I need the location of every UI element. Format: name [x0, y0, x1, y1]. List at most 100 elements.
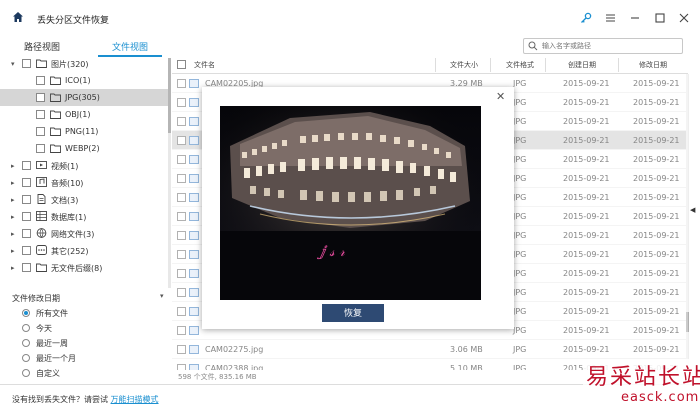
- search-icon: [528, 41, 538, 51]
- folder-icon: [50, 143, 61, 153]
- tree-item-label: 网络文件(3): [51, 230, 95, 239]
- radio-button[interactable]: [22, 369, 30, 377]
- tree-item[interactable]: ▸ 视频(1): [0, 157, 170, 174]
- tree-item-label: JPG(305): [65, 93, 100, 102]
- tree-item[interactable]: ▸ 其它(252): [0, 242, 170, 259]
- tree-checkbox[interactable]: [36, 110, 45, 119]
- tree-item-label: PNG(11): [65, 127, 99, 136]
- bottom-prompt: 没有找到丢失文件？请尝试: [12, 395, 108, 404]
- tab-path-view[interactable]: 路径视图: [24, 40, 60, 53]
- tree-item[interactable]: ▸ 无文件后缀(8): [0, 259, 170, 276]
- tree-item-label: WEBP(2): [65, 144, 100, 153]
- tree-item-label: 其它(252): [51, 247, 89, 256]
- chevron-right-icon[interactable]: ▸: [11, 196, 19, 204]
- restore-button[interactable]: 恢复: [322, 304, 384, 322]
- search-input[interactable]: [542, 40, 680, 52]
- tree-checkbox[interactable]: [22, 161, 31, 170]
- folder-icon: [50, 92, 61, 102]
- tab-file-view[interactable]: 文件视图: [112, 40, 148, 53]
- column-modified[interactable]: 修改日期: [639, 60, 667, 70]
- watermark-cn: 易采站长站: [586, 365, 700, 390]
- tree-checkbox[interactable]: [22, 195, 31, 204]
- music-icon: [36, 177, 47, 187]
- tree-checkbox[interactable]: [36, 93, 45, 102]
- tree-item[interactable]: ▾ 图片(320): [0, 55, 170, 72]
- list-header: 文件名 文件大小 文件格式 创建日期 修改日期: [172, 56, 688, 74]
- folder-icon: [50, 75, 61, 85]
- tree-item-label: 文档(3): [51, 196, 79, 205]
- column-name[interactable]: 文件名: [194, 60, 215, 70]
- tree-item[interactable]: ▸ 音频(10): [0, 174, 170, 191]
- radio-label: 自定义: [36, 368, 60, 378]
- radio-label: 最近一个月: [36, 353, 76, 363]
- close-icon[interactable]: ✕: [496, 90, 505, 103]
- tree-item[interactable]: PNG(11): [0, 123, 170, 140]
- tree-checkbox[interactable]: [36, 127, 45, 136]
- filter-title: 文件修改日期: [12, 294, 60, 303]
- globe-icon: [36, 228, 47, 239]
- database-icon: [36, 211, 47, 221]
- collapse-panel-icon[interactable]: ◀: [690, 206, 695, 214]
- tree-item[interactable]: ▸ 数据库(1): [0, 208, 170, 225]
- chevron-right-icon[interactable]: ▸: [11, 247, 19, 255]
- date-filter-option[interactable]: 今天: [22, 321, 52, 335]
- maximize-icon[interactable]: [652, 10, 668, 26]
- tree-item-label: 视频(1): [51, 162, 79, 171]
- tree-item[interactable]: OBJ(1): [0, 106, 170, 123]
- app-title: 丢失分区文件恢复: [37, 16, 110, 26]
- column-size[interactable]: 文件大小: [450, 60, 478, 70]
- date-filter-option[interactable]: 最近一周: [22, 336, 68, 350]
- key-icon[interactable]: [578, 10, 594, 26]
- title-bar: 丢失分区文件恢复: [0, 0, 700, 36]
- search-box[interactable]: [523, 38, 683, 54]
- tree-item[interactable]: JPG(305): [0, 89, 170, 106]
- folder-icon: [50, 126, 61, 136]
- home-icon[interactable]: [12, 11, 24, 23]
- tree-checkbox[interactable]: [22, 212, 31, 221]
- deep-scan-link[interactable]: 万能扫描模式: [111, 395, 159, 404]
- tree-checkbox[interactable]: [22, 263, 31, 272]
- minimize-icon[interactable]: [627, 10, 643, 26]
- radio-button[interactable]: [22, 354, 30, 362]
- other-icon: [36, 245, 47, 255]
- tree-item[interactable]: ▸ 文档(3): [0, 191, 170, 208]
- date-filter-option[interactable]: 所有文件: [22, 306, 68, 320]
- tree-checkbox[interactable]: [36, 76, 45, 85]
- tree-item-label: ICO(1): [65, 76, 91, 85]
- close-icon[interactable]: [676, 10, 692, 26]
- tree-checkbox[interactable]: [22, 178, 31, 187]
- watermark: 易采站长站 easck.com: [583, 359, 700, 412]
- date-filter-option[interactable]: 最近一个月: [22, 351, 76, 365]
- radio-button[interactable]: [22, 324, 30, 332]
- tree-checkbox[interactable]: [22, 246, 31, 255]
- chevron-down-icon[interactable]: ▾: [11, 60, 19, 68]
- tree-item[interactable]: ICO(1): [0, 72, 170, 89]
- tree-item[interactable]: WEBP(2): [0, 140, 170, 157]
- chevron-down-icon[interactable]: ▾: [160, 292, 164, 300]
- chevron-right-icon[interactable]: ▸: [11, 213, 19, 221]
- tree-item-label: 无文件后缀(8): [51, 264, 103, 273]
- tree-checkbox[interactable]: [22, 229, 31, 238]
- chevron-right-icon[interactable]: ▸: [11, 230, 19, 238]
- tree-scrollbar-thumb[interactable]: [168, 58, 171, 133]
- file-count: 598 个文件, 835.16 MB: [178, 373, 257, 381]
- radio-label: 今天: [36, 323, 52, 333]
- tree-checkbox[interactable]: [22, 59, 31, 68]
- category-tree: ▾ 图片(320) ICO(1) JPG(305) OBJ(1) PNG(11) WEBP(…: [0, 56, 170, 284]
- document-icon: [36, 194, 47, 204]
- menu-icon[interactable]: [602, 10, 618, 26]
- preview-dialog: ✕ ⅉ 𝓈 𝓇 恢复: [202, 87, 514, 329]
- date-filter-option[interactable]: 自定义: [22, 366, 60, 380]
- radio-button[interactable]: [22, 339, 30, 347]
- tree-item-label: OBJ(1): [65, 110, 91, 119]
- chevron-right-icon[interactable]: ▸: [11, 264, 19, 272]
- tree-item[interactable]: ▸ 网络文件(3): [0, 225, 170, 242]
- chevron-right-icon[interactable]: ▸: [11, 162, 19, 170]
- tree-item-label: 音频(10): [51, 179, 84, 188]
- column-created[interactable]: 创建日期: [568, 60, 596, 70]
- tree-checkbox[interactable]: [36, 144, 45, 153]
- select-all-checkbox[interactable]: [177, 60, 186, 69]
- radio-button[interactable]: [22, 309, 30, 317]
- column-format[interactable]: 文件格式: [506, 60, 534, 70]
- chevron-right-icon[interactable]: ▸: [11, 179, 19, 187]
